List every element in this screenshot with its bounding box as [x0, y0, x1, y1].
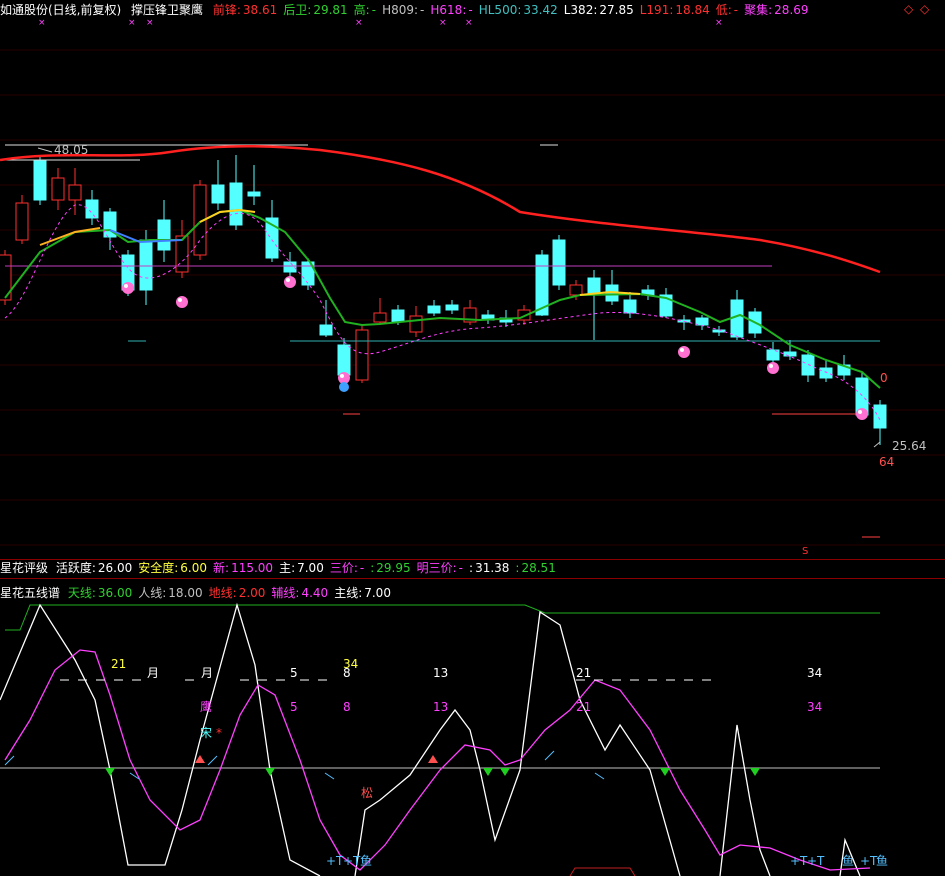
eagle-label: 鹰 — [200, 700, 213, 714]
t-label: +T — [860, 854, 878, 868]
t-label: +T — [343, 854, 361, 868]
fib-label: 13 — [433, 700, 449, 714]
down-arrow-icon — [500, 768, 510, 776]
fib-label: 21 — [576, 666, 592, 680]
moon-label: 月 — [201, 666, 214, 680]
main-line — [0, 602, 861, 876]
down-arrow-icon — [750, 768, 760, 776]
diag-arrow-icon — [544, 750, 555, 761]
down-arrow-icon — [105, 768, 115, 776]
fib-label: 8 — [343, 700, 351, 714]
fib-label: 5 — [290, 700, 298, 714]
fib-label: 34 — [807, 700, 823, 714]
diag-arrow-icon — [207, 755, 218, 766]
fib-label: 21 — [576, 700, 592, 714]
up-arrow-icon — [428, 755, 438, 763]
five-lines-chart[interactable] — [0, 0, 945, 876]
red-bracket — [569, 867, 636, 876]
fib-label: 5 — [290, 666, 298, 680]
diag-arrow-icon — [324, 772, 335, 780]
fib-label: 8 — [343, 666, 351, 680]
down-arrow-icon — [660, 768, 670, 776]
sky-line — [5, 604, 880, 631]
song-label: 宋 — [200, 726, 213, 740]
fish-label: 鱼 — [876, 854, 889, 868]
fib-label: 13 — [433, 666, 449, 680]
song2-label: 松 — [361, 786, 374, 800]
down-arrow-icon — [483, 768, 493, 776]
t-label: +T — [790, 854, 808, 868]
t-label: +T — [807, 854, 825, 868]
aux-line — [4, 649, 871, 871]
fish-label: 鱼 — [360, 854, 373, 868]
fish-label: 鱼 — [842, 854, 855, 868]
t-label: +T — [326, 854, 344, 868]
fib-label: 21 — [111, 657, 127, 671]
fib-label: 34 — [807, 666, 823, 680]
star-label: * — [216, 726, 222, 740]
moon-label: 月 — [147, 666, 160, 680]
down-arrow-icon — [265, 768, 275, 776]
diag-arrow-icon — [594, 772, 605, 780]
